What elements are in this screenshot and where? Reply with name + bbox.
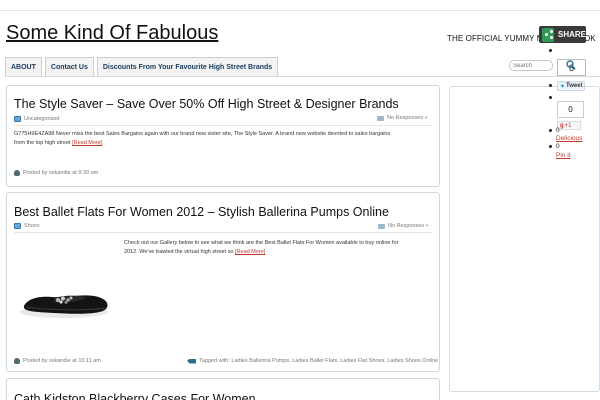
post-title[interactable]: The Style Saver – Save Over 50% Off High… bbox=[14, 97, 399, 111]
page: Some Kind Of Fabulous THE OFFICIAL YUMMY… bbox=[0, 0, 600, 400]
post-card: Cath Kidston Blackberry Cases For Women bbox=[6, 378, 440, 400]
read-more-link[interactable]: [Read More] bbox=[72, 140, 102, 146]
share-icon bbox=[542, 27, 554, 42]
post-byline: Posted by sskandie at 9:39 am bbox=[14, 170, 98, 176]
gplus-button[interactable]: g +1 bbox=[557, 121, 581, 130]
byline-text: Posted by sskandie at 10:11 am bbox=[23, 358, 101, 364]
excerpt-text: 2012. We've trawled the virtual high str… bbox=[124, 249, 234, 255]
comment-icon bbox=[378, 223, 385, 229]
delicious-link[interactable]: Delicious bbox=[556, 135, 582, 142]
author-icon bbox=[14, 170, 20, 176]
search-icon[interactable] bbox=[566, 60, 576, 70]
tweet-button[interactable]: ✦ Tweet bbox=[557, 81, 585, 91]
ballet-flat-image[interactable] bbox=[14, 240, 118, 346]
post-divider bbox=[14, 125, 432, 126]
post-category: Shoes bbox=[14, 223, 40, 229]
tag-icon bbox=[187, 358, 196, 364]
nav-item-contact[interactable]: Contact Us bbox=[44, 57, 94, 76]
nav-item-about[interactable]: ABOUT bbox=[5, 57, 42, 76]
post-excerpt: Check out our Gallery below to see what … bbox=[124, 239, 436, 257]
byline-text: Posted by sskandie at 9:39 am bbox=[23, 170, 99, 176]
post-tags: Tagged with: Ladies Ballerina Pumps, Lad… bbox=[187, 358, 438, 364]
read-more-link[interactable]: [Read More] bbox=[235, 249, 265, 255]
tweet-label: Tweet bbox=[566, 83, 583, 89]
post-category: Uncategorized bbox=[14, 116, 59, 122]
share-label: SHARE bbox=[557, 30, 586, 39]
excerpt-line: Check out our Gallery below to see what … bbox=[124, 240, 399, 246]
responses-link[interactable]: No Responses » bbox=[387, 115, 428, 121]
main-nav: ABOUT Contact Us Discounts From Your Fav… bbox=[5, 57, 279, 76]
post-excerpt: G775H9E4ZA98 Never miss the best Sales B… bbox=[14, 130, 439, 148]
list-bullet bbox=[549, 84, 552, 87]
post-card: The Style Saver – Save Over 50% Off High… bbox=[6, 85, 440, 187]
post-byline: Posted by sskandie at 10:11 am bbox=[14, 358, 101, 364]
category-icon bbox=[14, 116, 21, 122]
category-link[interactable]: Shoes bbox=[24, 223, 40, 229]
gplus-icon: g bbox=[560, 122, 564, 129]
category-icon bbox=[14, 223, 21, 229]
count-b: 0 bbox=[556, 143, 560, 150]
list-bullet bbox=[549, 129, 552, 132]
count-a: 0 bbox=[556, 127, 560, 134]
responses-link[interactable]: No Responses » bbox=[388, 223, 429, 229]
post-title[interactable]: Best Ballet Flats For Women 2012 – Styli… bbox=[14, 205, 389, 219]
excerpt-line: G775H9E4ZA98 Never miss the best Sales B… bbox=[14, 131, 391, 137]
excerpt-line: 2012. We've trawled the virtual high str… bbox=[124, 248, 436, 257]
gplus-label: +1 bbox=[564, 122, 572, 129]
comment-icon bbox=[377, 115, 384, 121]
category-link[interactable]: Uncategorized bbox=[24, 116, 59, 122]
top-divider bbox=[0, 10, 600, 11]
site-title[interactable]: Some Kind Of Fabulous bbox=[6, 22, 218, 45]
excerpt-text: from the top high street bbox=[14, 140, 71, 146]
tags-text[interactable]: Tagged with: Ladies Ballerina Pumps, Lad… bbox=[199, 358, 438, 364]
list-bullet bbox=[549, 96, 552, 99]
twitter-icon: ✦ bbox=[560, 83, 566, 90]
post-title[interactable]: Cath Kidston Blackberry Cases For Women bbox=[14, 392, 256, 400]
nav-divider bbox=[5, 76, 600, 77]
excerpt-line: from the top high street [Read More] bbox=[14, 139, 439, 148]
post-responses: No Responses » bbox=[378, 223, 429, 229]
pinit-link[interactable]: Pin it bbox=[556, 152, 570, 159]
post-divider bbox=[14, 232, 432, 233]
nav-item-discounts[interactable]: Discounts From Your Favourite High Stree… bbox=[96, 57, 279, 76]
post-responses: No Responses » bbox=[377, 115, 428, 121]
sidebar-panel bbox=[449, 86, 600, 392]
search-input[interactable] bbox=[509, 60, 553, 71]
plusone-count: 0 bbox=[557, 101, 584, 118]
list-bullet bbox=[549, 49, 552, 52]
list-bullet bbox=[549, 145, 552, 148]
author-icon bbox=[14, 358, 20, 364]
share-button[interactable]: SHARE bbox=[539, 26, 586, 43]
